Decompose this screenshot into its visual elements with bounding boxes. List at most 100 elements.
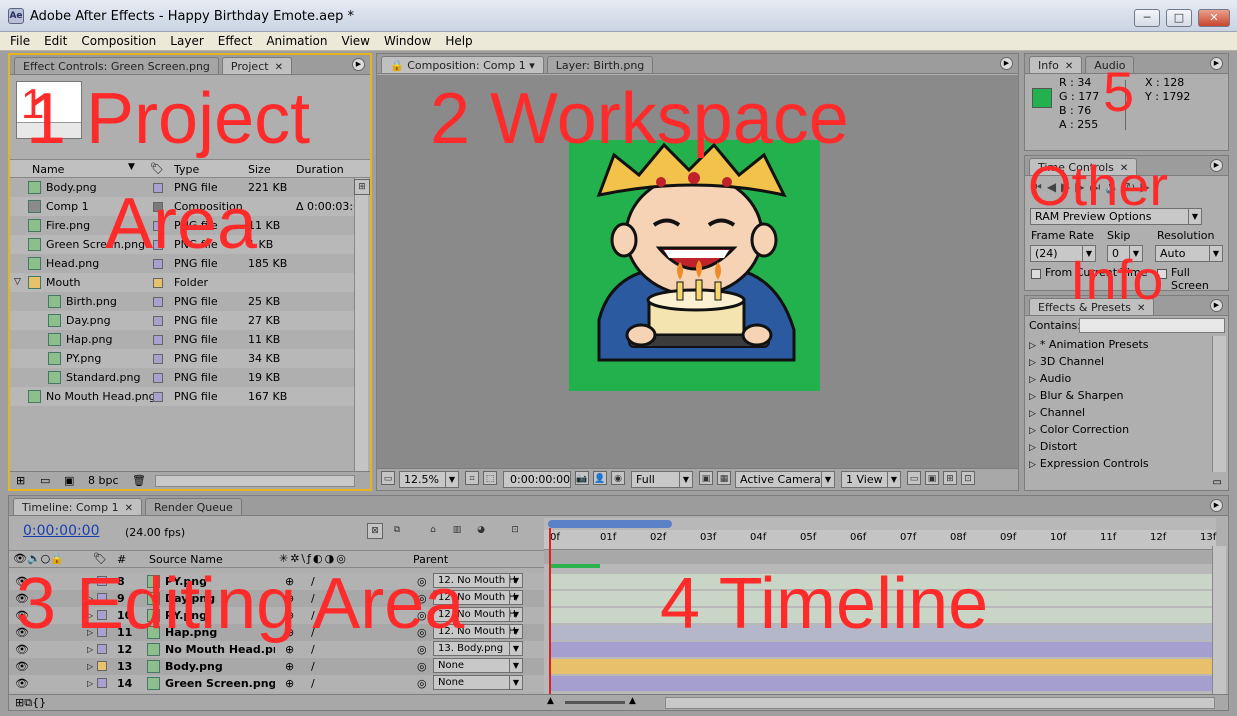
toggle-switches-icon[interactable]: ⊞⧉{} (15, 696, 46, 710)
shy-switch-icon[interactable]: ⊕ (285, 573, 294, 590)
close-icon[interactable]: ✕ (1065, 61, 1073, 72)
timeline-icon[interactable]: ⊞ (943, 471, 957, 485)
project-item-row[interactable]: Comp 1 Composition Δ 0:00:03:0 (10, 197, 356, 216)
shy-switch-icon[interactable]: ⊕ (285, 607, 294, 624)
frame-rate-dropdown[interactable]: (24) ▼ (1030, 245, 1096, 262)
shy-switch-icon[interactable]: ⊕ (285, 624, 294, 641)
close-icon[interactable]: ✕ (125, 503, 133, 514)
trash-icon[interactable]: 🗑 (132, 474, 146, 487)
full-screen-checkbox[interactable] (1157, 269, 1167, 279)
menu-view[interactable]: View (342, 34, 370, 48)
pickwhip-icon[interactable]: ◎ (417, 658, 427, 675)
menu-composition[interactable]: Composition (81, 34, 156, 48)
quality-switch-icon[interactable]: / (311, 641, 315, 658)
effect-category-item[interactable]: ▷ Audio (1029, 370, 1071, 387)
zoom-slider[interactable] (565, 701, 625, 704)
effects-search-input[interactable] (1079, 318, 1225, 333)
layer-row[interactable]: 👁 ▷ 12 No Mouth Head.pn ⊕ / ◎ 13. Body.png ▼ (9, 641, 544, 658)
first-frame-icon[interactable]: ⏮ (1031, 180, 1047, 194)
comp-canvas[interactable] (569, 140, 820, 391)
parent-dropdown[interactable]: 12. No Mouth H ▼ (433, 624, 523, 639)
tab-render-queue[interactable]: Render Queue (144, 498, 242, 515)
graph-editor-icon[interactable]: ⊡ (507, 523, 523, 539)
zoom-in-icon[interactable]: ▲ (629, 696, 636, 706)
expand-triangle-icon[interactable]: ▷ (87, 607, 93, 624)
safe-zones-icon[interactable]: ⌗ (465, 471, 479, 485)
work-area-bar[interactable] (544, 550, 1216, 564)
project-h-scrollbar[interactable] (155, 475, 355, 487)
interpret-footage-icon[interactable]: ⊞ (16, 474, 25, 487)
project-item-row[interactable]: Hap.png PNG file 11 KB (10, 330, 356, 349)
layer-row[interactable]: 👁 ▷ 14 Green Screen.png ⊕ / ◎ None ▼ (9, 675, 544, 692)
project-item-row[interactable]: Head.png PNG file 185 KB (10, 254, 356, 273)
label-color-swatch[interactable] (153, 259, 163, 269)
label-color-swatch[interactable] (153, 202, 163, 212)
project-folder-row[interactable]: ▽ Mouth Folder (10, 273, 356, 292)
label-color-swatch[interactable] (97, 644, 107, 654)
panel-menu-icon[interactable]: ▶ (1210, 499, 1223, 512)
tab-effect-controls[interactable]: Effect Controls: Green Screen.png (14, 57, 219, 74)
toggle-pixel-aspect-icon[interactable]: ▭ (907, 471, 921, 485)
quality-switch-icon[interactable]: / (311, 590, 315, 607)
pickwhip-icon[interactable]: ◎ (417, 675, 427, 692)
eye-icon[interactable]: 👁 (15, 675, 29, 692)
parent-dropdown[interactable]: 12. No Mouth H ▼ (433, 607, 523, 622)
zoom-out-icon[interactable]: ▲ (547, 696, 554, 706)
close-icon[interactable]: ✕ (1137, 303, 1145, 314)
comp-timecode[interactable]: 0:00:00:00 (503, 471, 571, 488)
effects-scrollbar[interactable] (1212, 336, 1226, 472)
always-preview-icon[interactable]: ▭ (381, 471, 395, 485)
ram-preview-icon[interactable]: ▶ (1140, 180, 1154, 194)
menu-layer[interactable]: Layer (170, 34, 203, 48)
chevron-down-icon[interactable]: ▾ (529, 59, 535, 72)
new-folder-icon[interactable]: ▭ (40, 474, 50, 487)
comp-viewer[interactable] (377, 75, 1018, 469)
parent-dropdown[interactable]: None ▼ (433, 658, 523, 673)
last-frame-icon[interactable]: ⏭ (1090, 180, 1106, 194)
pickwhip-icon[interactable]: ◎ (417, 607, 427, 624)
label-color-swatch[interactable] (153, 278, 163, 288)
transparency-grid-icon[interactable]: ▦ (717, 471, 731, 485)
current-time-indicator[interactable] (549, 528, 551, 698)
resolution-dropdown[interactable]: Full ▼ (631, 471, 693, 488)
effect-category-item[interactable]: ▷ Channel (1029, 404, 1085, 421)
menu-animation[interactable]: Animation (266, 34, 327, 48)
expand-triangle-icon[interactable]: ▷ (87, 573, 93, 590)
snapshot-icon[interactable]: 📷 (575, 471, 589, 485)
label-color-swatch[interactable] (153, 316, 163, 326)
label-color-swatch[interactable] (97, 661, 107, 671)
panel-menu-icon[interactable]: ▶ (1210, 57, 1223, 70)
project-item-row[interactable]: Day.png PNG file 27 KB (10, 311, 356, 330)
menu-file[interactable]: File (10, 34, 30, 48)
quality-switch-icon[interactable]: / (311, 607, 315, 624)
shy-switch-icon[interactable]: ⊕ (285, 675, 294, 692)
label-color-swatch[interactable] (153, 240, 163, 250)
label-color-swatch[interactable] (97, 610, 107, 620)
col-source-name[interactable]: Source Name (149, 553, 223, 566)
show-snapshot-icon[interactable]: 👤 (593, 471, 607, 485)
eye-icon[interactable]: 👁 (15, 641, 29, 658)
audio-icon[interactable]: 🔊 (1105, 180, 1125, 194)
expand-triangle-icon[interactable]: ▽ (14, 273, 21, 292)
timeline-scrollbar[interactable] (1212, 546, 1226, 698)
maximize-button[interactable]: □ (1166, 9, 1192, 27)
new-comp-icon[interactable]: ▣ (64, 474, 74, 487)
parent-dropdown[interactable]: 13. Body.png ▼ (433, 641, 523, 656)
tab-composition[interactable]: 🔒 Composition: Comp 1 ▾ (381, 56, 544, 73)
effect-category-item[interactable]: ▷ Color Correction (1029, 421, 1129, 438)
label-color-swatch[interactable] (97, 593, 107, 603)
comp-mini-flowchart-icon[interactable]: ⊠ (367, 523, 383, 539)
layer-duration-bar[interactable] (550, 574, 1216, 589)
parent-dropdown[interactable]: 12. No Mouth H ▼ (433, 573, 523, 588)
expand-triangle-icon[interactable]: ▷ (87, 675, 93, 692)
panel-menu-icon[interactable]: ▶ (1210, 159, 1223, 172)
effect-category-item[interactable]: ▷ Distort (1029, 438, 1077, 455)
preview-resolution-dropdown[interactable]: Auto ▼ (1155, 245, 1223, 262)
ram-preview-dropdown[interactable]: RAM Preview Options ▼ (1030, 208, 1202, 225)
layer-duration-bar[interactable] (550, 659, 1216, 674)
pickwhip-icon[interactable]: ◎ (417, 624, 427, 641)
layer-row[interactable]: 👁 ▷ 9 Day.png ⊕ / ◎ 12. No Mouth H ▼ (9, 590, 544, 607)
menu-help[interactable]: Help (445, 34, 472, 48)
chevron-down-icon[interactable]: ▼ (128, 162, 135, 172)
layer-duration-bar[interactable] (550, 642, 1216, 657)
